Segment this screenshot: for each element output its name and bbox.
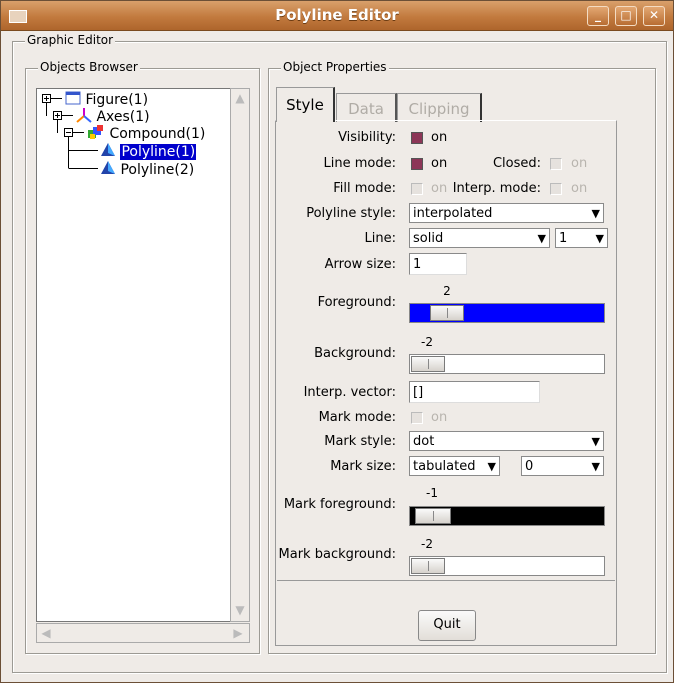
title-bar[interactable]: Polyline Editor _ □ ✕ [1, 1, 673, 31]
object-properties-legend: Object Properties [281, 60, 389, 74]
polyline-style-label: Polyline style: [306, 206, 396, 221]
polyline-editor-window: Polyline Editor _ □ ✕ Graphic Editor Obj… [0, 0, 674, 683]
visibility-on-text: on [431, 130, 448, 145]
object-tree[interactable]: Figure(1) Axes(1) Compound(1) Polyline(1… [36, 88, 231, 622]
fill-mode-label: Fill mode: [333, 181, 396, 196]
closed-checkbox[interactable] [550, 158, 562, 170]
tree-node-label: Figure(1) [85, 92, 149, 108]
tree-node-label: Axes(1) [96, 109, 150, 125]
mark-style-select[interactable]: dot ▼ [409, 431, 604, 451]
foreground-label: Foreground: [317, 295, 396, 310]
chevron-down-icon: ▼ [591, 435, 600, 448]
chevron-down-icon: ▼ [487, 460, 496, 473]
tree-node-label: Compound(1) [109, 126, 206, 142]
mark-style-label: Mark style: [324, 434, 396, 449]
polyline-style-value: interpolated [413, 206, 493, 221]
quit-button[interactable]: Quit [418, 610, 476, 641]
tree-node-label-selected: Polyline(1) [120, 144, 197, 160]
window-title: Polyline Editor [275, 6, 399, 24]
panel-divider [277, 580, 615, 581]
mark-style-value: dot [413, 434, 435, 449]
maximize-icon[interactable]: □ [615, 6, 637, 26]
background-value: -2 [421, 335, 433, 349]
tree-node-label: Polyline(2) [120, 162, 195, 178]
graphic-editor-legend: Graphic Editor [25, 33, 116, 47]
tree-node-figure[interactable]: Figure(1) [65, 90, 148, 108]
closed-on-text: on [571, 156, 588, 171]
tree-node-axes[interactable]: Axes(1) [76, 107, 150, 125]
mark-background-value: -2 [421, 537, 433, 551]
line-width-value: 1 [559, 231, 568, 246]
mark-size-value-select[interactable]: 0 ▼ [521, 456, 604, 476]
tree-node-compound[interactable]: Compound(1) [87, 124, 205, 142]
mark-size-unit-value: tabulated [413, 459, 476, 474]
mark-mode-label: Mark mode: [318, 410, 396, 425]
polyline-icon [101, 161, 115, 174]
mark-background-slider[interactable] [409, 556, 605, 576]
mark-foreground-slider-thumb[interactable] [415, 508, 451, 524]
mark-foreground-slider[interactable] [409, 506, 605, 526]
foreground-slider-thumb[interactable] [430, 305, 464, 321]
closed-label: Closed: [492, 156, 541, 171]
foreground-value: 2 [443, 284, 451, 298]
polyline-icon [101, 143, 115, 156]
tab-clipping[interactable]: Clipping [397, 93, 482, 122]
minimize-icon[interactable]: _ [587, 6, 609, 26]
close-icon[interactable]: ✕ [643, 6, 665, 26]
scroll-left-icon[interactable]: ◀ [38, 625, 54, 641]
chevron-down-icon: ▼ [595, 232, 604, 245]
polyline-style-select[interactable]: interpolated ▼ [409, 203, 604, 223]
visibility-label: Visibility: [338, 130, 396, 145]
visibility-checkbox[interactable] [411, 132, 423, 144]
chevron-down-icon: ▼ [591, 460, 600, 473]
line-label: Line: [364, 231, 396, 246]
tab-style[interactable]: Style [276, 87, 335, 122]
objects-browser-legend: Objects Browser [38, 60, 140, 74]
scroll-down-icon[interactable]: ▼ [232, 602, 248, 618]
tree-node-polyline-2[interactable]: Polyline(2) [100, 160, 194, 178]
tree-vertical-scrollbar[interactable]: ▲ ▼ [230, 88, 250, 622]
tab-clipping-label: Clipping [408, 100, 470, 118]
interp-mode-label: Interp. mode: [452, 181, 541, 196]
arrow-size-input[interactable]: 1 [409, 253, 467, 275]
line-mode-label: Line mode: [323, 156, 396, 171]
interp-vector-label: Interp. vector: [303, 385, 396, 400]
scroll-right-icon[interactable]: ▶ [230, 625, 246, 641]
chevron-down-icon: ▼ [591, 207, 600, 220]
axes-icon [76, 108, 92, 123]
figure-icon [65, 91, 81, 105]
mark-background-label: Mark background: [278, 547, 396, 562]
mark-size-label: Mark size: [330, 459, 396, 474]
line-style-value: solid [413, 231, 444, 246]
mark-background-slider-thumb[interactable] [411, 558, 445, 574]
tree-node-polyline-1[interactable]: Polyline(1) [100, 142, 197, 160]
mark-size-unit-select[interactable]: tabulated ▼ [409, 456, 500, 476]
tab-style-label: Style [286, 96, 324, 114]
mark-foreground-label: Mark foreground: [283, 497, 396, 512]
mark-mode-on-text: on [431, 410, 448, 425]
background-label: Background: [314, 346, 396, 361]
arrow-size-label: Arrow size: [324, 257, 396, 272]
interp-mode-checkbox[interactable] [550, 183, 562, 195]
compound-icon [88, 125, 103, 139]
mark-mode-checkbox[interactable] [411, 412, 423, 424]
background-slider[interactable] [409, 354, 605, 374]
mark-size-value: 0 [525, 459, 534, 474]
foreground-slider[interactable] [409, 303, 605, 323]
line-width-select[interactable]: 1 ▼ [555, 228, 608, 248]
chevron-down-icon: ▼ [537, 232, 546, 245]
scroll-up-icon[interactable]: ▲ [232, 90, 248, 106]
tab-data[interactable]: Data [336, 93, 397, 122]
tab-data-label: Data [348, 100, 384, 118]
mark-foreground-value: -1 [426, 486, 438, 500]
interp-mode-on-text: on [571, 181, 588, 196]
background-slider-thumb[interactable] [411, 356, 445, 372]
line-style-select[interactable]: solid ▼ [409, 228, 550, 248]
interp-vector-input[interactable]: [] [409, 381, 540, 403]
tree-horizontal-scrollbar[interactable]: ◀ ▶ [36, 623, 250, 643]
